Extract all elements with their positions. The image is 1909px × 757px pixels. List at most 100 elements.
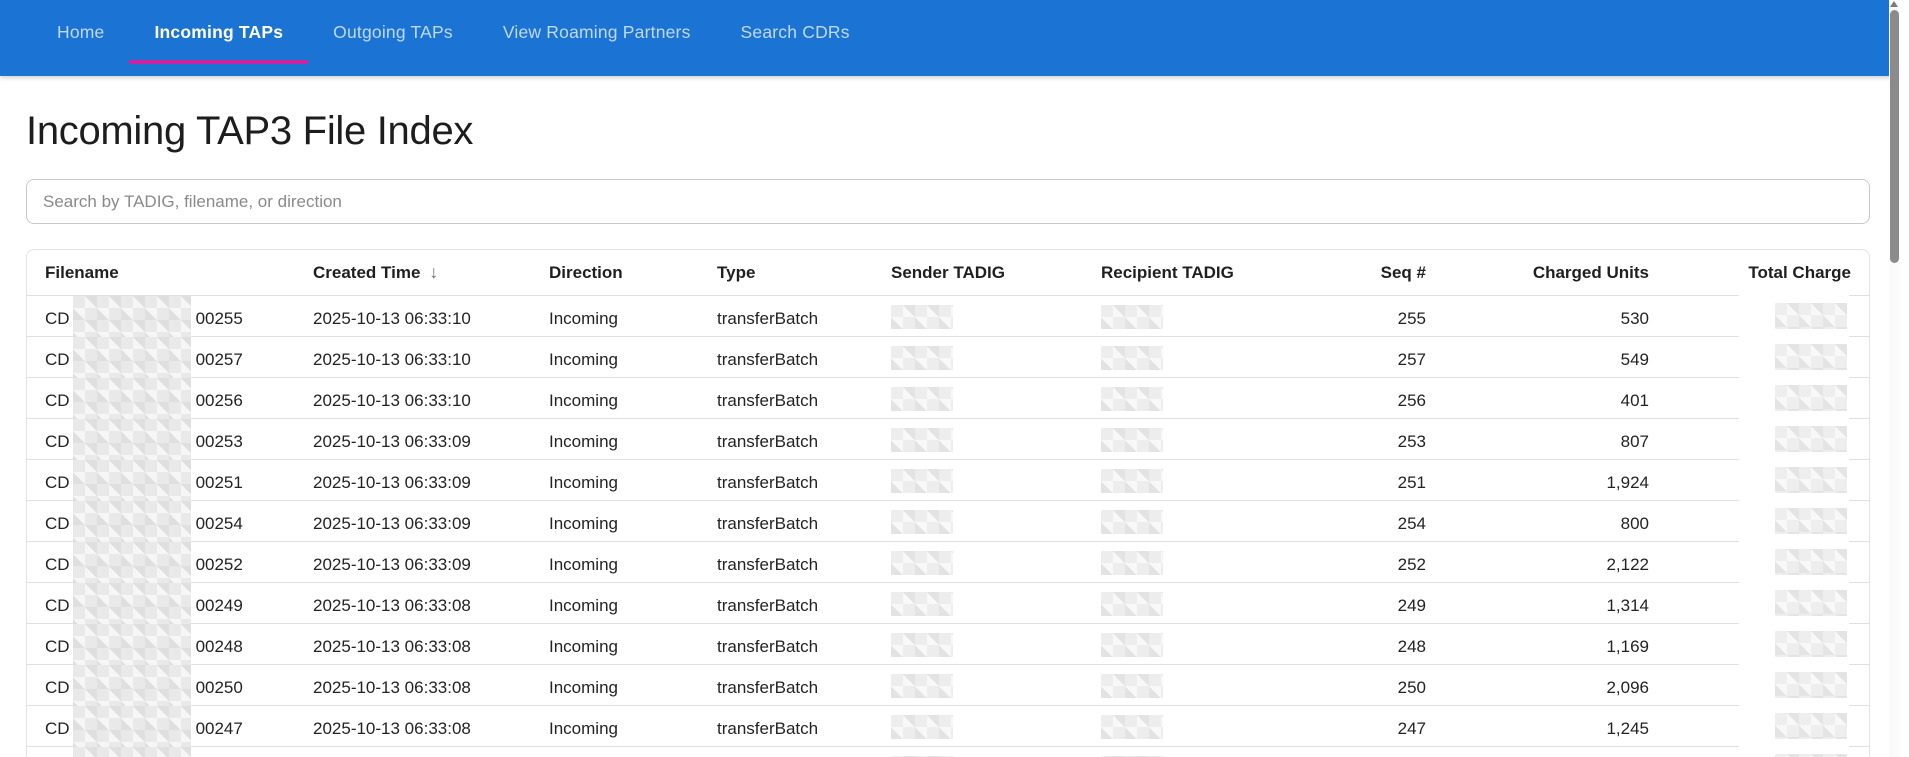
direction-cell: Incoming [549,432,717,452]
redacted-sender-tadig [891,387,953,411]
redacted-sender-tadig [891,510,953,534]
created-time-cell: 2025-10-13 06:33:10 [313,350,549,370]
seq-cell: 254 [1271,514,1426,534]
redaction-strip [1739,377,1849,419]
nav-tab-view-roaming-partners[interactable]: View Roaming Partners [478,0,716,64]
filename-prefix: CD [45,719,70,739]
recipient-tadig-cell [1101,633,1271,662]
filename-suffix: 00253 [196,432,243,452]
created-time-cell: 2025-10-13 06:33:08 [313,719,549,739]
redacted-sender-tadig [891,346,953,370]
redacted-filename-segment [73,419,191,465]
redacted-filename-segment [73,501,191,547]
nav-tab-search-cdrs[interactable]: Search CDRs [716,0,875,64]
charged-units-cell: 1,314 [1426,596,1649,616]
recipient-tadig-cell [1101,387,1271,416]
redacted-recipient-tadig [1101,715,1163,739]
created-time-cell: 2025-10-13 06:33:09 [313,555,549,575]
direction-cell: Incoming [549,555,717,575]
redacted-total-charge [1775,303,1847,329]
filename-prefix: CD [45,391,70,411]
redaction-strip [1739,295,1849,337]
column-header-total-charge[interactable]: Total Charge [1649,263,1851,283]
redacted-total-charge [1775,713,1847,739]
created-time-cell: 2025-10-13 06:33:08 [313,678,549,698]
filename-prefix: CD [45,432,70,452]
column-header-sender-tadig[interactable]: Sender TADIG [891,263,1101,283]
charged-units-cell: 807 [1426,432,1649,452]
nav-tab-outgoing-taps[interactable]: Outgoing TAPs [308,0,478,64]
direction-cell: Incoming [549,678,717,698]
recipient-tadig-cell [1101,592,1271,621]
filename-prefix: CD [45,514,70,534]
tap-file-table: Filename Created Time↓ Direction Type Se… [26,249,1870,757]
scroll-up-arrow-icon[interactable] [1890,1,1898,7]
sender-tadig-cell [891,510,1101,539]
column-header-type[interactable]: Type [717,263,891,283]
table-row: CD 00246 2025-10-13 06:33:07 Incoming tr… [27,747,1869,757]
redacted-recipient-tadig [1101,674,1163,698]
direction-cell: Incoming [549,391,717,411]
filename-cell: CD 00246 [45,747,313,757]
table-row: CD 00252 2025-10-13 06:33:09 Incoming tr… [27,542,1869,583]
table-header-row: Filename Created Time↓ Direction Type Se… [27,250,1869,296]
type-cell: transferBatch [717,678,891,698]
sender-tadig-cell [891,469,1101,498]
filename-prefix: CD [45,350,70,370]
column-header-filename[interactable]: Filename [45,263,313,283]
redaction-strip [1739,623,1849,665]
created-time-cell: 2025-10-13 06:33:10 [313,309,549,329]
column-header-charged-units[interactable]: Charged Units [1426,263,1649,283]
type-cell: transferBatch [717,637,891,657]
redacted-sender-tadig [891,305,953,329]
filename-cell: CD 00250 [45,665,313,711]
vertical-scrollbar[interactable] [1889,0,1899,757]
redacted-recipient-tadig [1101,551,1163,575]
scrollbar-thumb[interactable] [1890,10,1899,263]
column-header-seq[interactable]: Seq # [1271,263,1426,283]
nav-tab-incoming-taps[interactable]: Incoming TAPs [129,0,308,64]
type-cell: transferBatch [717,350,891,370]
redaction-strip [1739,746,1849,757]
filename-prefix: CD [45,555,70,575]
type-cell: transferBatch [717,432,891,452]
redacted-total-charge [1775,385,1847,411]
type-cell: transferBatch [717,596,891,616]
table-row: CD 00251 2025-10-13 06:33:09 Incoming tr… [27,460,1869,501]
redaction-strip [1739,500,1849,542]
seq-cell: 253 [1271,432,1426,452]
redacted-total-charge [1775,467,1847,493]
filename-suffix: 00255 [196,309,243,329]
table-row: CD 00249 2025-10-13 06:33:08 Incoming tr… [27,583,1869,624]
column-header-created-time[interactable]: Created Time↓ [313,262,549,283]
table-row: CD 00253 2025-10-13 06:33:09 Incoming tr… [27,419,1869,460]
seq-cell: 257 [1271,350,1426,370]
filename-prefix: CD [45,473,70,493]
filename-suffix: 00257 [196,350,243,370]
filename-cell: CD 00248 [45,624,313,670]
table-row: CD 00257 2025-10-13 06:33:10 Incoming tr… [27,337,1869,378]
charged-units-cell: 549 [1426,350,1649,370]
redacted-recipient-tadig [1101,633,1163,657]
nav-tab-home[interactable]: Home [32,0,129,64]
seq-cell: 250 [1271,678,1426,698]
sender-tadig-cell [891,551,1101,580]
sender-tadig-cell [891,592,1101,621]
filename-cell: CD 00247 [45,706,313,752]
sender-tadig-cell [891,305,1101,334]
sender-tadig-cell [891,387,1101,416]
column-header-recipient-tadig[interactable]: Recipient TADIG [1101,263,1271,283]
redacted-total-charge [1775,508,1847,534]
recipient-tadig-cell [1101,469,1271,498]
sender-tadig-cell [891,428,1101,457]
filename-suffix: 00250 [196,678,243,698]
column-header-direction[interactable]: Direction [549,263,717,283]
redacted-sender-tadig [891,715,953,739]
recipient-tadig-cell [1101,305,1271,334]
redacted-sender-tadig [891,592,953,616]
charged-units-cell: 2,096 [1426,678,1649,698]
search-input[interactable] [26,179,1870,224]
redacted-filename-segment [73,665,191,711]
redacted-filename-segment [73,460,191,506]
recipient-tadig-cell [1101,551,1271,580]
